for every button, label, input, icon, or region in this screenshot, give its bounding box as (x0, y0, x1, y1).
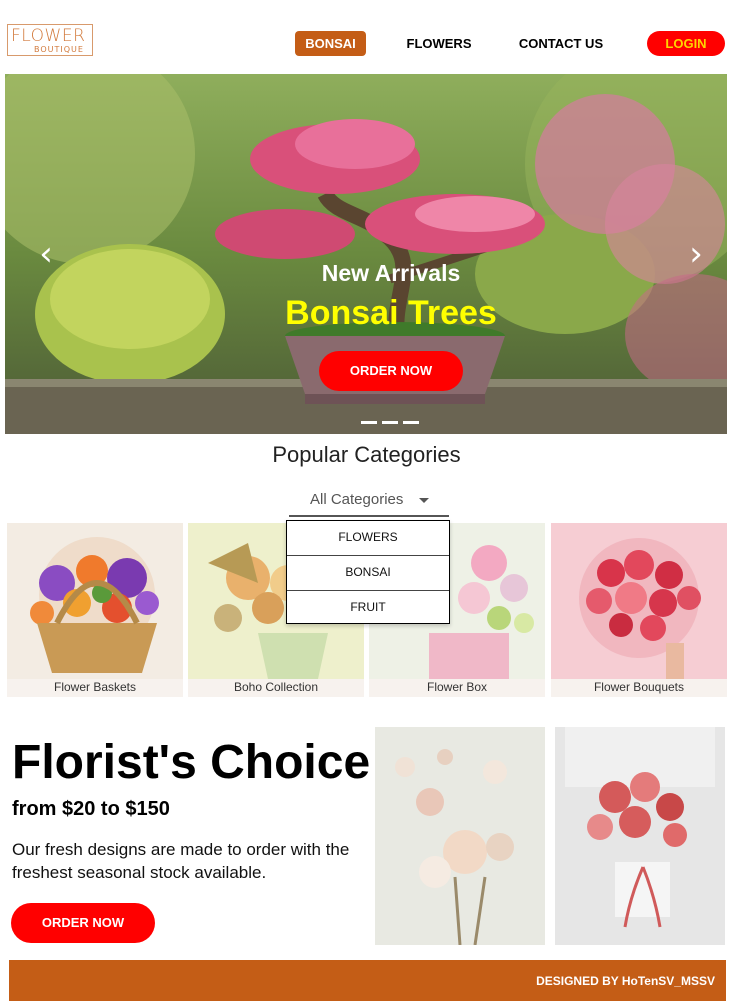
footer-credit: DESIGNED BY HoTenSV_MSSV (536, 974, 715, 988)
brand-logo[interactable]: FLOWER BOUTIQUE (7, 24, 93, 56)
flower-bouquet-image (551, 523, 727, 679)
hero-kicker: New Arrivals (321, 260, 461, 286)
nav-bonsai[interactable]: BONSAI (295, 31, 366, 56)
footer-bar: DESIGNED BY HoTenSV_MSSV (9, 960, 726, 1001)
logo-line1: FLOWER (11, 26, 86, 46)
category-filter-select[interactable]: All Categories (289, 489, 449, 517)
promo-photo-right (555, 727, 725, 945)
promo-order-button[interactable]: ORDER NOW (11, 903, 155, 943)
carousel-dot[interactable] (382, 421, 398, 424)
promo-title: Florist's Choice (12, 736, 371, 789)
category-card-bouquets[interactable]: Flower Bouquets (551, 523, 727, 697)
flower-basket-image (7, 523, 183, 679)
category-card-baskets[interactable]: Flower Baskets (7, 523, 183, 697)
category-caption: Boho Collection (233, 680, 319, 694)
dropdown-option-fruit[interactable]: FRUIT (287, 591, 449, 625)
carousel-indicators (361, 411, 424, 429)
category-caption: Flower Bouquets (593, 680, 685, 694)
carousel-dot[interactable] (403, 421, 419, 424)
carousel-dot[interactable] (361, 421, 377, 424)
caret-down-icon (419, 498, 429, 503)
chevron-left-icon: ‹ (39, 234, 53, 274)
login-button[interactable]: LOGIN (647, 31, 725, 56)
carousel-prev-button[interactable]: ‹ (31, 234, 61, 274)
category-caption: Flower Box (426, 680, 488, 694)
hero-carousel: ‹ › New Arrivals Bonsai Trees ORDER NOW (5, 74, 727, 434)
category-filter-label: All Categories (310, 491, 404, 508)
category-caption: Flower Baskets (53, 680, 137, 694)
hero-title: Bonsai Trees (285, 294, 497, 332)
nav-flowers[interactable]: FLOWERS (400, 31, 478, 56)
hero-order-button[interactable]: ORDER NOW (319, 351, 463, 391)
dropdown-option-flowers[interactable]: FLOWERS (287, 521, 449, 556)
promo-description: Our fresh designs are made to order with… (12, 840, 350, 882)
promo-price: from $20 to $150 (12, 798, 170, 820)
chevron-right-icon: › (689, 234, 703, 274)
carousel-next-button[interactable]: › (681, 234, 711, 274)
category-dropdown-menu: FLOWERS BONSAI FRUIT (286, 520, 450, 624)
promo-photo-left (375, 727, 545, 945)
section-heading-popular: Popular Categories (272, 442, 461, 467)
nav-contact-us[interactable]: CONTACT US (512, 31, 610, 56)
dropdown-option-bonsai[interactable]: BONSAI (287, 556, 449, 591)
logo-line2: BOUTIQUE (34, 45, 84, 54)
